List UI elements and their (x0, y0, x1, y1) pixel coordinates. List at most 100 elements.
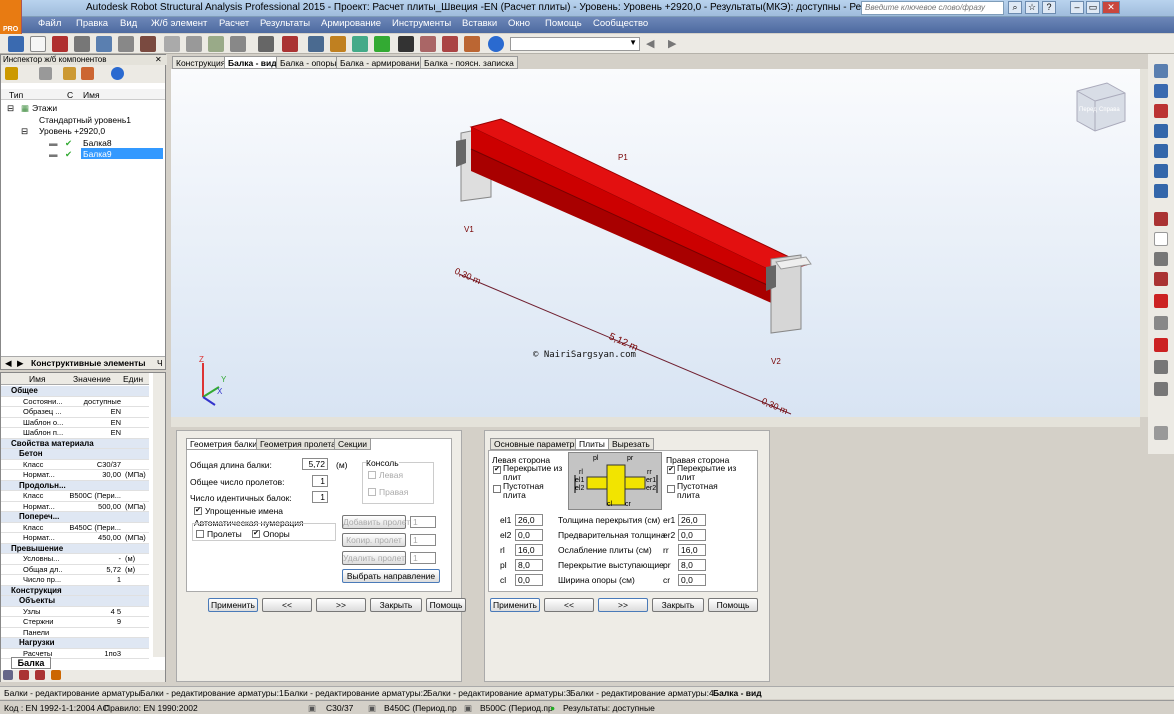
props-value[interactable]: EN (63, 428, 121, 437)
doc-tab-1[interactable]: Балки - редактирование арматуры:1 (140, 688, 284, 698)
app-logo[interactable]: PRO (0, 0, 22, 34)
properties-icon[interactable] (420, 36, 436, 52)
props-section[interactable]: Бетон (1, 449, 149, 460)
zoom-all-icon[interactable] (352, 36, 368, 52)
props-value[interactable]: EN (63, 418, 121, 427)
tree-expander[interactable]: ⊟ (7, 103, 14, 114)
props-section[interactable]: Нагрузки (1, 638, 149, 649)
stirrup-icon[interactable] (1154, 272, 1168, 286)
slab-row-left-value[interactable]: 0,0 (515, 574, 543, 586)
props-value[interactable]: B450C (Пери... (63, 523, 121, 532)
select-icon[interactable] (374, 36, 390, 52)
help-toolbar-icon[interactable] (488, 36, 504, 52)
wall-icon[interactable] (1154, 184, 1168, 198)
save-icon[interactable] (52, 36, 68, 52)
tree-item-floors[interactable]: Этажи (32, 103, 57, 113)
props-value[interactable]: 30,00 (63, 470, 121, 479)
load-icon[interactable] (1154, 338, 1168, 352)
numbering-icon[interactable] (1154, 232, 1168, 246)
props-section[interactable]: Конструкция (1, 585, 149, 596)
tab-beam-view[interactable]: Балка - вид (224, 56, 281, 69)
props-section[interactable]: Продольн... (1, 480, 149, 491)
props-value[interactable]: B500C (Пери... (63, 491, 121, 500)
restore-icon[interactable]: ▭ (1086, 1, 1100, 14)
slab-row-right-value[interactable]: 0,0 (678, 529, 706, 541)
folder-icon[interactable] (5, 67, 18, 80)
tab-cut[interactable]: Вырезать (608, 438, 654, 450)
props-value[interactable]: 4 5 (63, 607, 121, 616)
right-hollow-checkbox[interactable] (667, 485, 675, 493)
slab-row-left-value[interactable]: 8,0 (515, 559, 543, 571)
display-icon[interactable] (282, 36, 298, 52)
tab-beam[interactable]: Балка (11, 657, 51, 669)
calc-icon[interactable] (51, 670, 61, 680)
table-icon[interactable] (258, 36, 274, 52)
next-button[interactable]: >> (598, 598, 648, 612)
support-icon[interactable] (1154, 294, 1168, 308)
structure-icon[interactable] (8, 36, 24, 52)
props-section[interactable]: Объекты (1, 596, 149, 607)
tab-basic-params[interactable]: Основные параметры (490, 438, 585, 450)
dims-icon[interactable] (1154, 252, 1168, 266)
menu-rc-element[interactable]: Ж/б элемент (151, 18, 207, 29)
slab-icon[interactable] (1154, 124, 1168, 138)
props-section[interactable]: Превышение (1, 543, 149, 554)
doc-tab-3[interactable]: Балки - редактирование арматуры:3 (427, 688, 571, 698)
view-cube-right[interactable]: Справа (1099, 107, 1120, 113)
tree-item-beam8[interactable]: Балка8 (83, 138, 112, 148)
view-3d-icon[interactable] (1154, 64, 1168, 78)
help-button[interactable]: Помощь (708, 598, 758, 612)
scroll-right-icon[interactable]: ▶ (17, 358, 24, 369)
slab-row-right-value[interactable]: 16,0 (678, 544, 706, 556)
slab-row-left-value[interactable]: 16,0 (515, 544, 543, 556)
col-c[interactable]: С (67, 90, 73, 100)
slab-row-left-value[interactable]: 26,0 (515, 514, 543, 526)
search-input[interactable]: Введите ключевое слово/фразу (861, 1, 1004, 15)
clear-filter-icon[interactable] (81, 67, 94, 80)
spans-field[interactable]: 1 (312, 475, 328, 487)
beam-view-icon[interactable] (1154, 84, 1168, 98)
menu-window[interactable]: Окно (508, 18, 530, 29)
tab-structural-elements[interactable]: Конструктивные элементы (31, 358, 146, 368)
props-value[interactable]: 500,00 (63, 502, 121, 511)
total-length-field[interactable]: 5,72 (302, 458, 328, 470)
canvas-v-scrollbar[interactable] (1140, 69, 1148, 417)
view-cube-front[interactable]: Перед (1079, 107, 1097, 113)
help-icon[interactable] (111, 67, 124, 80)
new-file-icon[interactable] (30, 36, 46, 52)
back-arrow-icon[interactable]: ◀ (646, 37, 654, 50)
help-button[interactable]: Помощь (426, 598, 466, 612)
menu-view[interactable]: Вид (120, 18, 137, 29)
props-section[interactable]: Свойства материала (1, 438, 149, 449)
props-value[interactable]: - (63, 554, 122, 563)
col-type[interactable]: Тип (9, 90, 23, 100)
canvas-h-scrollbar[interactable] (171, 417, 1140, 427)
props-value[interactable]: 1 (63, 575, 121, 584)
column-icon[interactable] (1154, 144, 1168, 158)
left-slab-checkbox[interactable]: ✔ (493, 466, 501, 474)
doc-tab-5[interactable]: Балка - вид (713, 688, 762, 698)
report-icon[interactable] (1154, 382, 1168, 396)
spans-checkbox[interactable] (196, 530, 204, 538)
props-section[interactable]: Общее (1, 386, 149, 397)
console-right-checkbox[interactable] (368, 488, 376, 496)
props-value[interactable]: C30/37 (63, 460, 121, 469)
menu-community[interactable]: Сообщество (593, 18, 648, 29)
copy-span-num[interactable]: 1 (410, 534, 436, 546)
extra-icon[interactable] (1154, 426, 1168, 440)
star-icon[interactable]: ☆ (1025, 1, 1039, 14)
doc-tab-4[interactable]: Балки - редактирование арматуры:4 (570, 688, 714, 698)
tree-item-beam9[interactable]: Балка9 (83, 149, 112, 159)
beam-red-icon[interactable] (19, 670, 29, 680)
left-hollow-checkbox[interactable] (493, 485, 501, 493)
props-value[interactable]: 5,72 (63, 565, 121, 574)
forward-arrow-icon[interactable]: ▶ (668, 37, 676, 50)
help-icon[interactable]: ? (1042, 1, 1056, 14)
menu-edit[interactable]: Правка (76, 18, 108, 29)
table-view-icon[interactable] (1154, 360, 1168, 374)
print-icon[interactable] (74, 36, 90, 52)
apply-button[interactable]: Применить (490, 598, 540, 612)
slab-row-right-value[interactable]: 26,0 (678, 514, 706, 526)
menu-results[interactable]: Результаты (260, 18, 310, 29)
close-button[interactable]: Закрыть (652, 598, 704, 612)
